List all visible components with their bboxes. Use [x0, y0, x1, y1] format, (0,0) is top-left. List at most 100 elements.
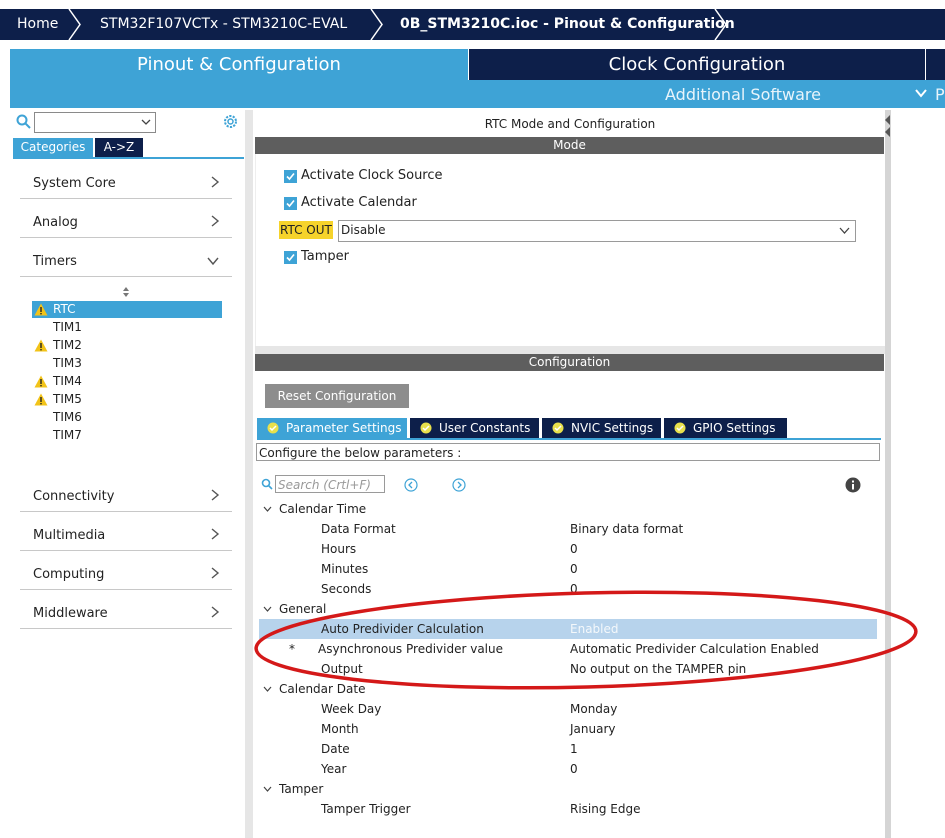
- category-system-core[interactable]: System Core: [20, 168, 232, 199]
- chevron-right-icon: [211, 489, 220, 501]
- param-row[interactable]: Month January: [259, 719, 877, 739]
- category-middleware[interactable]: Middleware: [20, 598, 232, 629]
- info-icon[interactable]: [845, 477, 861, 493]
- tab-parameter-settings[interactable]: Parameter Settings: [257, 418, 407, 438]
- timer-item-tim6[interactable]: TIM6: [32, 409, 222, 426]
- param-value[interactable]: 0: [570, 559, 578, 579]
- tab-label: Parameter Settings: [286, 421, 402, 435]
- tab-pinout-configuration[interactable]: Pinout & Configuration: [10, 49, 468, 80]
- tab-nvic-settings[interactable]: NVIC Settings: [542, 418, 661, 438]
- checkmark-icon: [286, 199, 295, 208]
- param-value[interactable]: Automatic Predivider Calculation Enabled: [570, 639, 819, 659]
- timer-item-tim3[interactable]: TIM3: [32, 355, 222, 372]
- param-value[interactable]: 0: [570, 579, 578, 599]
- category-label: Computing: [33, 567, 105, 582]
- param-value[interactable]: Monday: [570, 699, 617, 719]
- param-value[interactable]: Binary data format: [570, 519, 683, 539]
- category-multimedia[interactable]: Multimedia: [20, 520, 232, 551]
- param-row[interactable]: Minutes 0: [259, 559, 877, 579]
- param-name: Month: [321, 722, 359, 736]
- param-value[interactable]: January: [570, 719, 616, 739]
- checkmark-icon: [286, 253, 295, 262]
- tab-categories[interactable]: Categories: [13, 138, 93, 157]
- activate-calendar-checkbox[interactable]: [284, 197, 297, 210]
- activate-clock-source-checkbox[interactable]: [284, 170, 297, 183]
- param-row[interactable]: Data Format Binary data format: [259, 519, 877, 539]
- additional-software-link[interactable]: Additional Software: [665, 85, 821, 104]
- param-value[interactable]: 1: [570, 739, 578, 759]
- param-name: Seconds: [321, 582, 372, 596]
- param-value[interactable]: Rising Edge: [570, 799, 641, 819]
- group-label: Calendar Time: [279, 502, 367, 516]
- group-calendar-time[interactable]: Calendar Time: [259, 499, 877, 519]
- tab-overflow[interactable]: [926, 49, 945, 80]
- breadcrumb-separator-icon: [714, 9, 727, 40]
- previous-arrow-icon[interactable]: [404, 478, 418, 492]
- panel-splitter[interactable]: [245, 110, 253, 838]
- param-value[interactable]: No output on the TAMPER pin: [570, 659, 746, 679]
- collapse-arrow-icon[interactable]: [884, 114, 891, 138]
- timer-item-tim2[interactable]: TIM2: [32, 337, 222, 354]
- param-row[interactable]: * Asynchronous Predivider value Automati…: [259, 639, 877, 659]
- tab-label: NVIC Settings: [571, 421, 654, 435]
- parameter-search-input[interactable]: Search (Crtl+F): [275, 475, 385, 493]
- breadcrumb-home[interactable]: Home: [17, 9, 58, 40]
- category-label: Analog: [33, 215, 78, 230]
- checkmark-icon: [286, 172, 295, 181]
- group-tamper[interactable]: Tamper: [259, 779, 877, 799]
- category-computing[interactable]: Computing: [20, 559, 232, 590]
- check-circle-icon: [552, 422, 564, 434]
- timer-item-tim5[interactable]: TIM5: [32, 391, 222, 408]
- tab-clock-configuration[interactable]: Clock Configuration: [469, 49, 925, 80]
- check-circle-icon: [267, 422, 279, 434]
- category-analog[interactable]: Analog: [20, 207, 232, 238]
- sort-icon[interactable]: [121, 286, 131, 298]
- pinout-menu-link[interactable]: P: [935, 85, 945, 104]
- top-sliver: [0, 0, 945, 9]
- tab-user-constants[interactable]: User Constants: [410, 418, 539, 438]
- tamper-checkbox[interactable]: [284, 251, 297, 264]
- tab-gpio-settings[interactable]: GPIO Settings: [664, 418, 787, 438]
- param-name: Hours: [321, 542, 357, 556]
- category-connectivity[interactable]: Connectivity: [20, 481, 232, 512]
- gear-icon[interactable]: [222, 113, 239, 130]
- param-name: Year: [321, 762, 347, 776]
- search-icon[interactable]: [16, 114, 31, 129]
- group-general[interactable]: General: [259, 599, 877, 619]
- timer-item-tim7[interactable]: TIM7: [32, 427, 222, 444]
- timer-item-rtc[interactable]: RTC: [32, 301, 222, 318]
- param-row-selected[interactable]: Auto Predivider Calculation Enabled: [259, 619, 877, 639]
- timer-item-tim4[interactable]: TIM4: [32, 373, 222, 390]
- param-row[interactable]: Week Day Monday: [259, 699, 877, 719]
- group-label: Tamper: [279, 782, 324, 796]
- breadcrumb-project[interactable]: 0B_STM3210C.ioc - Pinout & Configuration: [400, 9, 735, 40]
- rtc-out-select[interactable]: Disable: [338, 220, 856, 242]
- tab-a-z[interactable]: A->Z: [95, 138, 143, 157]
- param-row[interactable]: Year 0: [259, 759, 877, 779]
- param-row[interactable]: Date 1: [259, 739, 877, 759]
- timer-label: TIM6: [53, 410, 82, 424]
- tab-label: GPIO Settings: [693, 421, 776, 435]
- category-timers[interactable]: Timers: [20, 246, 232, 277]
- activate-calendar-label: Activate Calendar: [301, 195, 417, 210]
- reset-configuration-button[interactable]: Reset Configuration: [265, 384, 409, 408]
- param-value[interactable]: 0: [570, 759, 578, 779]
- param-row[interactable]: Seconds 0: [259, 579, 877, 599]
- group-calendar-date[interactable]: Calendar Date: [259, 679, 877, 699]
- param-row[interactable]: Output No output on the TAMPER pin: [259, 659, 877, 679]
- param-value[interactable]: Enabled: [570, 619, 619, 639]
- timer-label: TIM7: [53, 428, 82, 442]
- breadcrumb-device[interactable]: STM32F107VCTx - STM3210C-EVAL: [100, 9, 347, 40]
- modified-marker: *: [289, 642, 295, 656]
- param-value[interactable]: 0: [570, 539, 578, 559]
- param-row[interactable]: Hours 0: [259, 539, 877, 559]
- next-arrow-icon[interactable]: [452, 478, 466, 492]
- param-row[interactable]: Tamper Trigger Rising Edge: [259, 799, 877, 819]
- sub-tab-bar: Additional Software P: [10, 80, 945, 108]
- search-combo[interactable]: [34, 112, 156, 133]
- configuration-header: Configuration: [255, 354, 884, 371]
- timer-item-tim1[interactable]: TIM1: [32, 319, 222, 336]
- breadcrumb: Home STM32F107VCTx - STM3210C-EVAL 0B_ST…: [0, 9, 945, 40]
- breadcrumb-separator-icon: [370, 9, 383, 40]
- chevron-down-icon[interactable]: [915, 89, 927, 98]
